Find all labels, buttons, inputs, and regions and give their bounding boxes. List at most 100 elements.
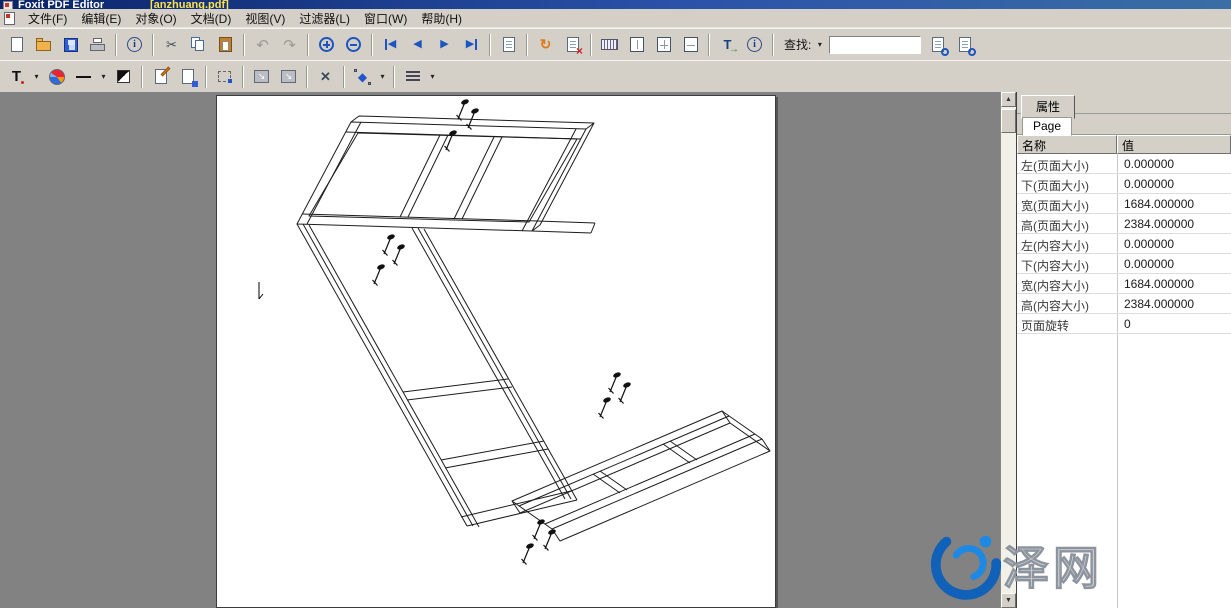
tab-properties[interactable]: 属性 bbox=[1021, 95, 1075, 119]
next-page-button[interactable]: ▶ bbox=[431, 32, 458, 58]
toolbar-separator bbox=[772, 34, 774, 56]
extract-text-button[interactable]: T→ bbox=[714, 32, 741, 58]
edit-object-button[interactable] bbox=[174, 64, 201, 90]
zoom-in-button[interactable] bbox=[313, 32, 340, 58]
transform-copy-button[interactable]: ↘ bbox=[275, 64, 302, 90]
find-input[interactable] bbox=[829, 36, 921, 54]
menu-filter[interactable]: 过滤器(L) bbox=[292, 8, 357, 29]
column-header-name[interactable]: 名称 bbox=[1017, 135, 1117, 154]
toolbar-separator bbox=[152, 34, 154, 56]
align-dropdown[interactable]: ▾ bbox=[426, 66, 439, 88]
page-thumbnails-icon bbox=[503, 37, 515, 52]
property-value[interactable]: 2384.000000 bbox=[1117, 214, 1231, 233]
zoom-out-button[interactable] bbox=[340, 32, 367, 58]
property-value[interactable]: 0.000000 bbox=[1117, 174, 1231, 193]
toolbar-separator bbox=[115, 34, 117, 56]
find-dropdown-button[interactable]: ▾ bbox=[813, 34, 826, 56]
blue-mark-icon bbox=[192, 81, 198, 87]
document-info-button[interactable]: i bbox=[121, 32, 148, 58]
menu-file[interactable]: 文件(F) bbox=[21, 8, 74, 29]
first-page-button[interactable]: ◀ bbox=[377, 32, 404, 58]
table-row: 宽(内容大小)1684.000000 bbox=[1017, 274, 1231, 294]
transform-icon: ↘ bbox=[254, 70, 269, 83]
scrollbar-thumb[interactable] bbox=[1001, 109, 1016, 133]
redo-button[interactable]: ↷ bbox=[276, 32, 303, 58]
magnifier-icon bbox=[968, 48, 976, 56]
vertical-scrollbar[interactable]: ▲ ▼ bbox=[1000, 92, 1016, 608]
select-shape-button[interactable] bbox=[211, 64, 238, 90]
cut-button[interactable]: ✂ bbox=[158, 32, 185, 58]
tab-page[interactable]: Page bbox=[1022, 117, 1072, 136]
hex-grid-icon bbox=[601, 39, 618, 50]
node-edit-button[interactable]: ◆ bbox=[349, 64, 376, 90]
copy-button[interactable] bbox=[185, 32, 212, 58]
find-all-button[interactable] bbox=[951, 32, 978, 58]
last-page-button[interactable]: ▶ bbox=[458, 32, 485, 58]
align-button[interactable] bbox=[399, 64, 426, 90]
delete-page-button[interactable]: × bbox=[559, 32, 586, 58]
scroll-down-button[interactable]: ▼ bbox=[1001, 593, 1016, 608]
delete-x-icon: × bbox=[576, 45, 583, 57]
menu-edit[interactable]: 编辑(E) bbox=[74, 8, 128, 29]
undo-button[interactable]: ↶ bbox=[249, 32, 276, 58]
rotate-page-button[interactable]: ↻ bbox=[532, 32, 559, 58]
fill-style-button[interactable] bbox=[110, 64, 137, 90]
lasso-icon bbox=[218, 71, 231, 82]
edit-page-button[interactable] bbox=[147, 64, 174, 90]
text-tool-dropdown[interactable]: ▾ bbox=[30, 66, 43, 88]
property-value[interactable]: 0.000000 bbox=[1117, 254, 1231, 273]
property-value[interactable]: 0.000000 bbox=[1117, 154, 1231, 173]
info-icon: i bbox=[127, 37, 142, 52]
new-document-button[interactable] bbox=[3, 32, 30, 58]
menu-view[interactable]: 视图(V) bbox=[238, 8, 292, 29]
line-tool-dropdown[interactable]: ▾ bbox=[97, 66, 110, 88]
table-row: 左(页面大小)0.000000 bbox=[1017, 154, 1231, 174]
document-menu-icon[interactable] bbox=[4, 12, 15, 25]
two-page-view-button[interactable] bbox=[650, 32, 677, 58]
document-canvas[interactable] bbox=[0, 92, 1000, 608]
print-button[interactable] bbox=[84, 32, 111, 58]
two-page-icon bbox=[657, 37, 671, 52]
hex-view-button[interactable] bbox=[596, 32, 623, 58]
about-button[interactable]: i bbox=[741, 32, 768, 58]
toolbar-separator bbox=[141, 66, 143, 88]
menu-document[interactable]: 文档(D) bbox=[184, 8, 239, 29]
toolbar-separator bbox=[243, 34, 245, 56]
fit-width-button[interactable] bbox=[623, 32, 650, 58]
color-picker-button[interactable] bbox=[43, 64, 70, 90]
property-value[interactable]: 0.000000 bbox=[1117, 234, 1231, 253]
document-title: [anzhuang.pdf] bbox=[150, 0, 229, 9]
menu-window[interactable]: 窗口(W) bbox=[357, 8, 414, 29]
line-tool-button[interactable] bbox=[70, 64, 97, 90]
property-value[interactable]: 1684.000000 bbox=[1117, 194, 1231, 213]
menu-object[interactable]: 对象(O) bbox=[128, 8, 183, 29]
menu-help[interactable]: 帮助(H) bbox=[414, 8, 469, 29]
paste-button[interactable] bbox=[212, 32, 239, 58]
pdf-page[interactable] bbox=[216, 95, 776, 608]
text-tool-button[interactable]: T bbox=[3, 64, 30, 90]
node-edit-dropdown[interactable]: ▾ bbox=[376, 66, 389, 88]
page-thumbnails-button[interactable] bbox=[495, 32, 522, 58]
zoom-out-icon bbox=[346, 37, 361, 52]
table-row: 高(页面大小)2384.000000 bbox=[1017, 214, 1231, 234]
previous-page-button[interactable]: ◀ bbox=[404, 32, 431, 58]
tools-button[interactable]: ✕ bbox=[312, 64, 339, 90]
table-row: 高(内容大小)2384.000000 bbox=[1017, 294, 1231, 314]
find-next-button[interactable] bbox=[924, 32, 951, 58]
column-header-value[interactable]: 值 bbox=[1117, 135, 1231, 154]
last-page-icon: ▶ bbox=[466, 39, 477, 50]
wrench-icon: ✕ bbox=[320, 69, 331, 85]
scroll-up-button[interactable]: ▲ bbox=[1001, 92, 1016, 107]
toolbar-separator bbox=[343, 66, 345, 88]
property-value[interactable]: 0 bbox=[1117, 314, 1231, 333]
open-button[interactable] bbox=[30, 32, 57, 58]
transform-button[interactable]: ↘ bbox=[248, 64, 275, 90]
open-folder-icon bbox=[36, 41, 51, 51]
save-button[interactable] bbox=[57, 32, 84, 58]
property-value[interactable]: 1684.000000 bbox=[1117, 274, 1231, 293]
rotate-icon: ↻ bbox=[540, 36, 552, 53]
full-page-view-button[interactable] bbox=[677, 32, 704, 58]
property-name: 下(内容大小) bbox=[1017, 254, 1117, 273]
save-icon bbox=[64, 38, 78, 52]
property-value[interactable]: 2384.000000 bbox=[1117, 294, 1231, 313]
